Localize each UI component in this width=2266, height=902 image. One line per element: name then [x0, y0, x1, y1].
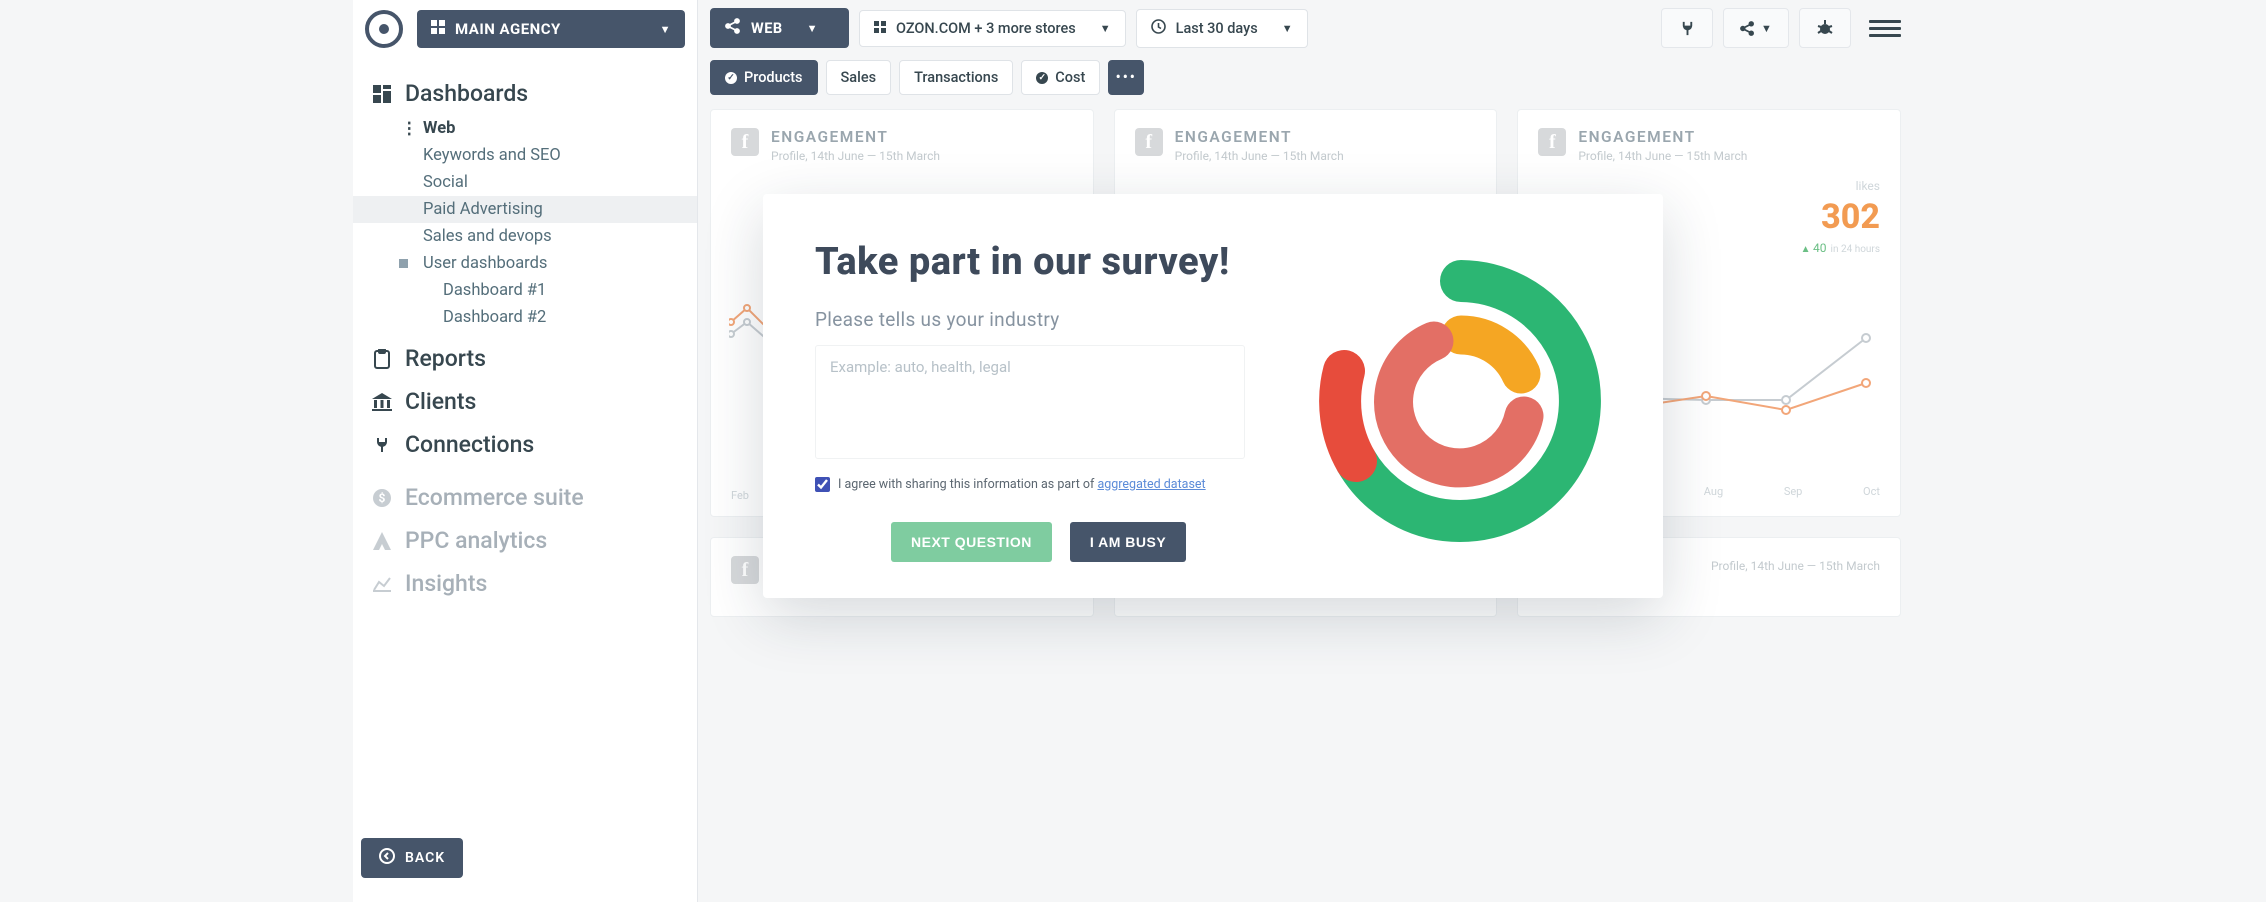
plug-button[interactable]	[1661, 8, 1713, 48]
sidebar-item-user-dashboards[interactable]: User dashboards	[413, 250, 697, 277]
modal-title: Take part in our survey!	[815, 240, 1281, 284]
grid-icon	[874, 20, 886, 37]
chevron-down-icon: ▼	[1761, 22, 1772, 35]
app-logo	[365, 10, 403, 48]
stat-delta: 40in 24 hours	[1801, 241, 1880, 255]
topbar: WEB ▼ OZON.COM + 3 more stores ▼ Last 30…	[698, 0, 1913, 56]
sidebar-item-keywords-seo[interactable]: Keywords and SEO	[413, 142, 697, 169]
modal-question: Please tells us your industry	[815, 308, 1281, 331]
chevron-down-icon: ▼	[1100, 22, 1111, 35]
sidebar-item-dashboard-2[interactable]: Dashboard #2	[433, 304, 697, 331]
date-range-dropdown[interactable]: Last 30 days ▼	[1136, 9, 1308, 48]
industry-input[interactable]	[815, 345, 1245, 459]
chevron-down-icon: ▼	[1282, 22, 1293, 35]
back-button[interactable]: BACK	[361, 838, 463, 878]
chip-products[interactable]: ✓Products	[710, 60, 818, 95]
survey-illustration	[1311, 240, 1611, 562]
nav-reports[interactable]: Reports	[353, 337, 697, 380]
consent-row[interactable]: I agree with sharing this information as…	[815, 477, 1281, 492]
ads-icon	[371, 532, 393, 550]
bug-button[interactable]	[1799, 8, 1851, 48]
facebook-icon: f	[731, 128, 759, 156]
stat-value: 302	[1801, 197, 1880, 237]
share-nodes-icon	[725, 18, 741, 38]
agency-dropdown[interactable]: MAIN AGENCY ▼	[417, 10, 685, 48]
chip-transactions[interactable]: Transactions	[899, 60, 1013, 95]
sidebar-item-sales-devops[interactable]: Sales and devops	[413, 223, 697, 250]
arrow-left-icon	[379, 848, 395, 868]
dollar-icon: $	[371, 489, 393, 507]
share-button[interactable]: ▼	[1723, 8, 1789, 48]
grid-icon	[431, 20, 445, 38]
nav-dashboards-children: Web Keywords and SEO Social Paid Adverti…	[353, 115, 697, 331]
stat-label: likes	[1801, 179, 1880, 193]
survey-modal: Take part in our survey! Please tells us…	[763, 194, 1663, 598]
card-subtitle: Profile, 14th June — 15th March	[771, 149, 940, 163]
dashboard-icon	[371, 85, 393, 103]
svg-text:$: $	[379, 491, 386, 505]
sidebar-item-dashboard-1[interactable]: Dashboard #1	[433, 277, 697, 304]
card-title: ENGAGEMENT	[1175, 128, 1344, 146]
chevron-down-icon: ▼	[660, 23, 671, 36]
nav-insights[interactable]: Insights	[353, 562, 697, 605]
aggregated-dataset-link[interactable]: aggregated dataset	[1097, 477, 1205, 492]
agency-name: MAIN AGENCY	[455, 20, 561, 38]
next-question-button[interactable]: NEXT QUESTION	[891, 522, 1052, 562]
consent-checkbox[interactable]	[815, 477, 830, 492]
clipboard-icon	[371, 349, 393, 369]
card-subtitle: Profile, 14th June — 15th March	[1578, 149, 1747, 163]
nav-connections[interactable]: Connections	[353, 423, 697, 466]
sidebar-item-social[interactable]: Social	[413, 169, 697, 196]
section-dropdown[interactable]: WEB ▼	[710, 8, 849, 48]
hamburger-menu[interactable]	[1869, 20, 1901, 37]
plug-icon	[371, 436, 393, 454]
card-subtitle: Profile, 14th June — 15th March	[1175, 149, 1344, 163]
chart-icon	[371, 576, 393, 592]
card-title: ENGAGEMENT	[771, 128, 940, 146]
store-dropdown[interactable]: OZON.COM + 3 more stores ▼	[859, 10, 1126, 47]
chevron-down-icon: ▼	[807, 22, 818, 35]
bank-icon	[371, 393, 393, 411]
sidebar: MAIN AGENCY ▼ Dashboards Web Keywords an…	[353, 0, 698, 902]
nav-dashboards[interactable]: Dashboards	[353, 72, 697, 115]
nav-ppc[interactable]: PPC analytics	[353, 519, 697, 562]
axis-label: Feb	[731, 489, 749, 502]
chip-cost[interactable]: ✓Cost	[1021, 60, 1100, 95]
nav-ecommerce[interactable]: $ Ecommerce suite	[353, 476, 697, 519]
consent-text: I agree with sharing this information as…	[838, 477, 1206, 492]
chip-sales[interactable]: Sales	[826, 60, 892, 95]
clock-icon	[1151, 19, 1166, 38]
chip-more[interactable]: •••	[1108, 60, 1144, 95]
sidebar-item-paid-advertising[interactable]: Paid Advertising	[353, 196, 697, 223]
facebook-icon: f	[731, 556, 759, 584]
facebook-icon: f	[1538, 128, 1566, 156]
i-am-busy-button[interactable]: I AM BUSY	[1070, 522, 1186, 562]
facebook-icon: f	[1135, 128, 1163, 156]
nav-clients[interactable]: Clients	[353, 380, 697, 423]
sidebar-item-web[interactable]: Web	[413, 115, 697, 142]
card-title: ENGAGEMENT	[1578, 128, 1747, 146]
filter-chipbar: ✓Products Sales Transactions ✓Cost •••	[698, 56, 1913, 109]
